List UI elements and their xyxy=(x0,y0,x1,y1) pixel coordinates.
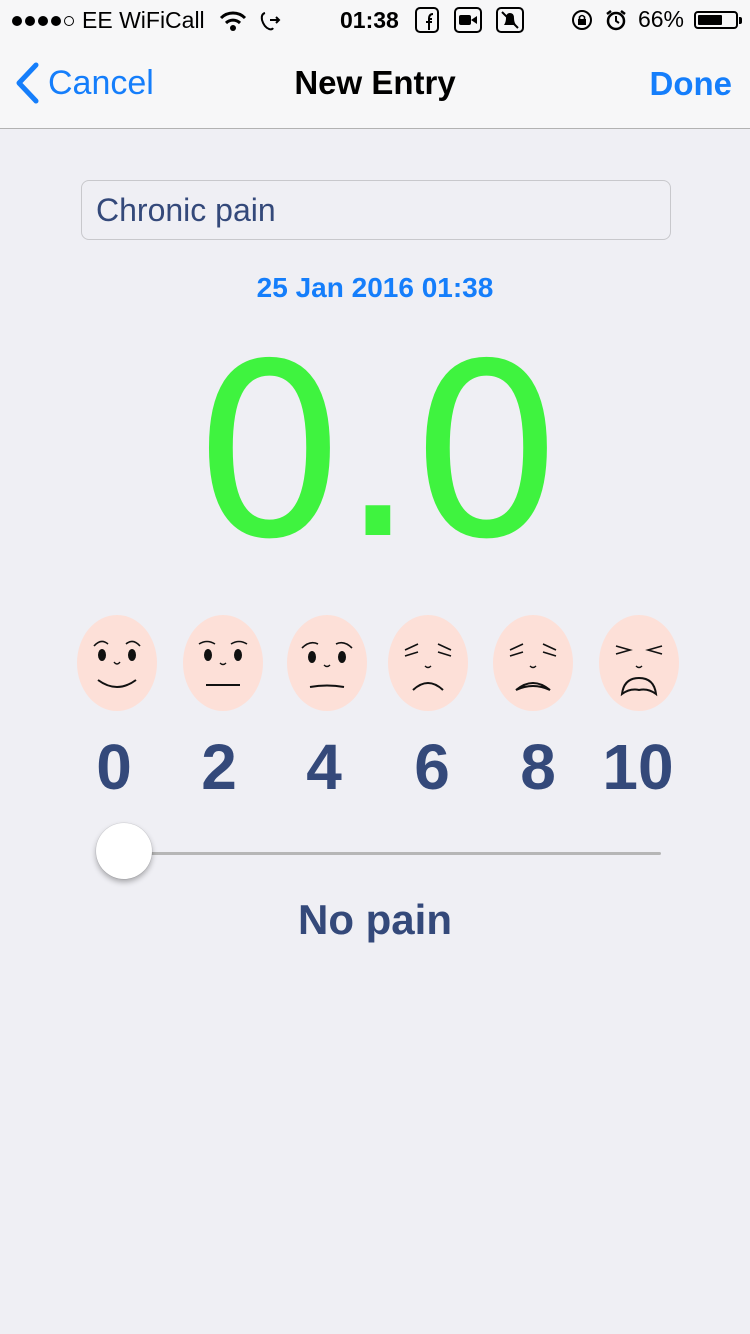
carrier-name: EE WiFiCall xyxy=(82,7,205,33)
page-title: New Entry xyxy=(294,64,456,101)
face-6-icon xyxy=(388,615,468,711)
status-bar: EE WiFiCall 01:38 66% xyxy=(0,0,750,40)
done-button[interactable]: Done xyxy=(650,65,733,103)
battery-percent: 66% xyxy=(637,6,684,32)
wifi-icon xyxy=(219,11,246,31)
battery-icon xyxy=(694,10,742,29)
face-0-icon xyxy=(77,615,157,711)
status-right: 66% xyxy=(570,6,742,33)
pain-slider-track[interactable] xyxy=(110,852,661,855)
status-left: EE WiFiCall xyxy=(12,7,281,34)
face-10-icon xyxy=(599,615,679,711)
entry-name-field[interactable] xyxy=(81,180,671,240)
scale-label-10: 10 xyxy=(602,731,674,803)
pain-description: No pain xyxy=(298,896,452,943)
call-forward-icon xyxy=(260,11,281,30)
facebook-icon xyxy=(415,7,439,33)
scale-label-6: 6 xyxy=(414,731,450,803)
scale-label-0: 0 xyxy=(96,731,132,803)
scale-label-4: 4 xyxy=(306,731,342,803)
face-2-icon xyxy=(183,615,263,711)
signal-strength-icon xyxy=(12,15,74,26)
scale-label-2: 2 xyxy=(201,731,237,803)
rotation-lock-icon xyxy=(571,9,592,30)
alarm-icon xyxy=(606,9,626,30)
scale-label-8: 8 xyxy=(520,731,556,803)
pain-slider-thumb[interactable] xyxy=(96,823,152,879)
face-8-icon xyxy=(493,615,573,711)
pain-score: 0.0 xyxy=(193,312,563,592)
entry-date-button[interactable]: 25 Jan 2016 01:38 xyxy=(0,272,750,304)
nav-bar: Cancel New Entry Done xyxy=(0,40,750,129)
video-icon xyxy=(454,7,482,33)
pain-faces xyxy=(70,614,690,718)
status-app-icons xyxy=(414,6,524,34)
face-4-icon xyxy=(287,615,367,711)
status-time: 01:38 xyxy=(340,7,399,33)
bell-mute-icon xyxy=(496,7,524,33)
